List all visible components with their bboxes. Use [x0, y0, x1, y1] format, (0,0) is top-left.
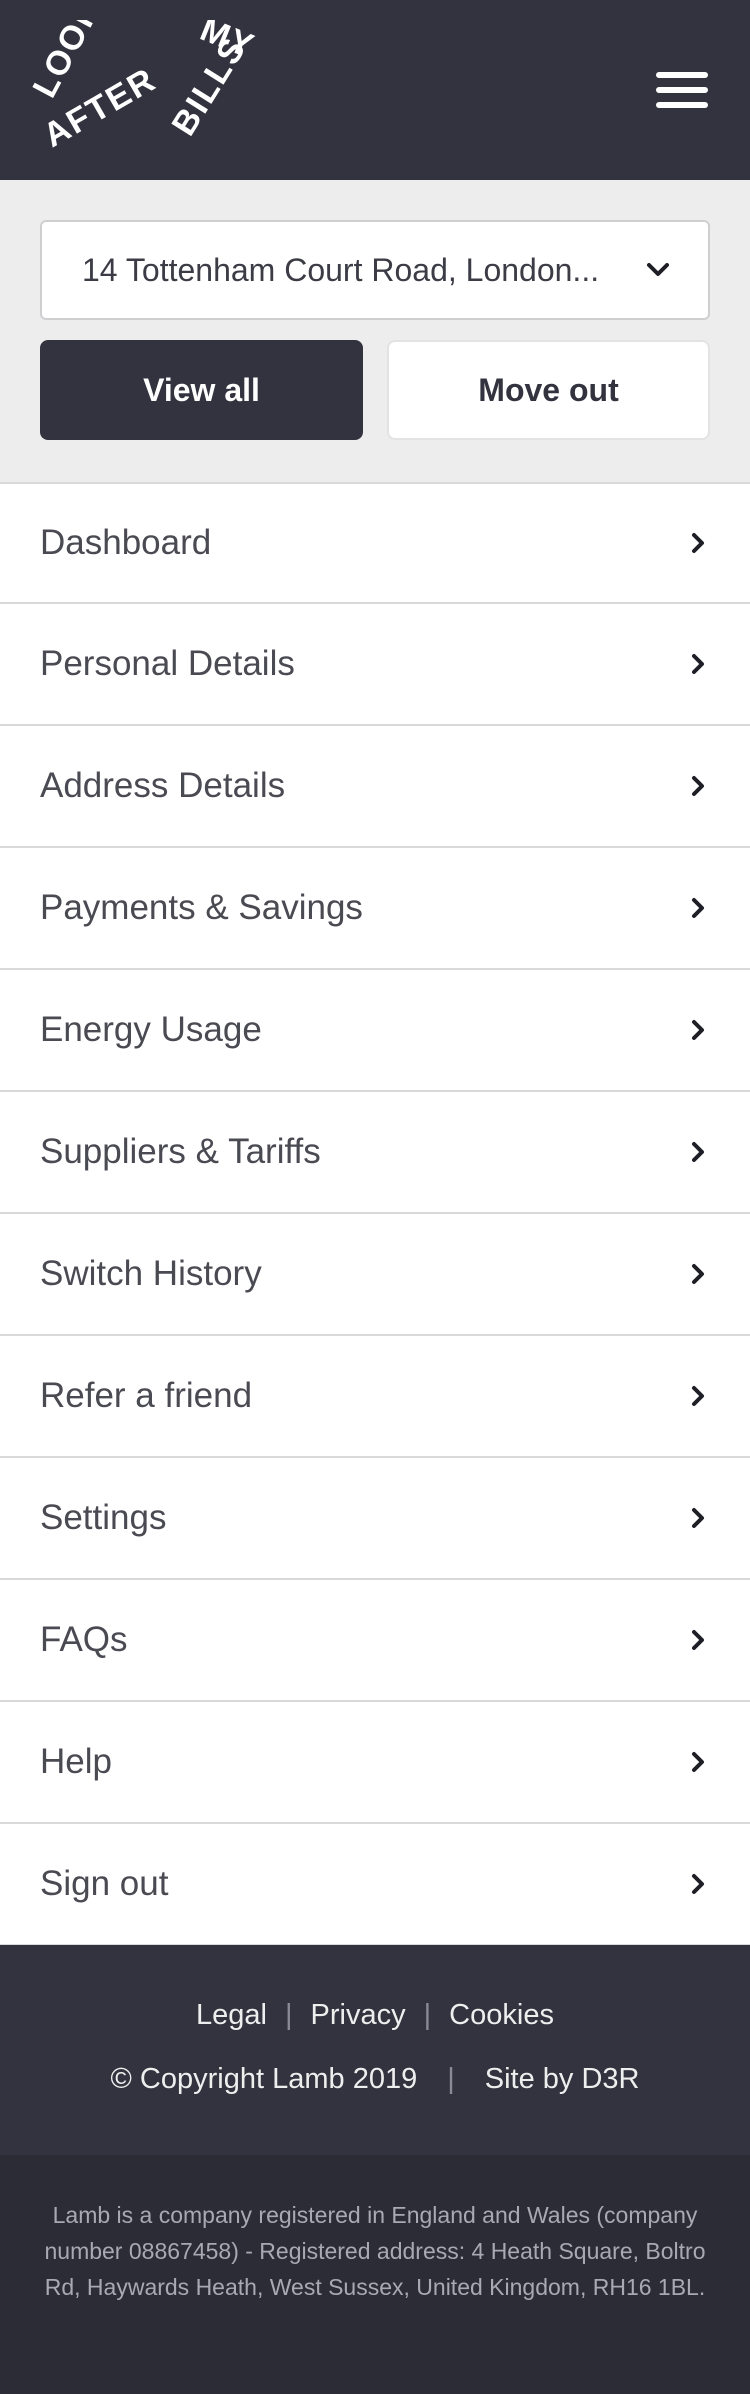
menu-item-energy-usage[interactable]: Energy Usage	[0, 970, 750, 1092]
chevron-right-icon	[686, 1262, 710, 1286]
menu-item-personal-details[interactable]: Personal Details	[0, 604, 750, 726]
menu-item-label: Sign out	[40, 1864, 169, 1903]
footer-separator: |	[447, 2063, 455, 2095]
menu-item-suppliers-tariffs[interactable]: Suppliers & Tariffs	[0, 1092, 750, 1214]
address-panel: 14 Tottenham Court Road, London... View …	[0, 180, 750, 482]
footer-links: Legal | Privacy | Cookies	[0, 1999, 750, 2032]
chevron-right-icon	[686, 1872, 710, 1896]
menu-item-label: Refer a friend	[40, 1376, 253, 1415]
menu-item-faqs[interactable]: FAQs	[0, 1580, 750, 1702]
chevron-right-icon	[686, 1506, 710, 1530]
menu-item-label: Dashboard	[40, 523, 212, 562]
menu-item-sign-out[interactable]: Sign out	[0, 1824, 750, 1946]
logo[interactable]: LOOK MY AFTER BILLS	[30, 20, 290, 160]
chevron-right-icon	[686, 896, 710, 920]
site-footer: Legal | Privacy | Cookies © Copyright Lamb 2…	[0, 1945, 750, 2155]
account-menu: Dashboard Personal Details Address Detai…	[0, 482, 750, 1946]
menu-item-switch-history[interactable]: Switch History	[0, 1214, 750, 1336]
footer-link-legal[interactable]: Legal	[196, 1999, 267, 2031]
chevron-down-icon	[608, 220, 708, 320]
address-select[interactable]: 14 Tottenham Court Road, London...	[40, 220, 710, 320]
chevron-right-icon	[686, 774, 710, 798]
chevron-right-icon	[686, 1018, 710, 1042]
address-select-value: 14 Tottenham Court Road, London...	[82, 251, 600, 288]
chevron-right-icon	[686, 652, 710, 676]
hamburger-icon[interactable]	[654, 70, 710, 110]
footer-link-privacy[interactable]: Privacy	[311, 1999, 406, 2031]
copyright-text: © Copyright Lamb 2019	[110, 2063, 418, 2095]
menu-item-refer-a-friend[interactable]: Refer a friend	[0, 1336, 750, 1458]
menu-item-label: Energy Usage	[40, 1010, 262, 1049]
site-header: LOOK MY AFTER BILLS	[0, 0, 750, 180]
move-out-button[interactable]: Move out	[387, 340, 710, 440]
menu-item-label: Help	[40, 1742, 112, 1781]
menu-item-label: Address Details	[40, 766, 286, 805]
footer-link-cookies[interactable]: Cookies	[449, 1999, 554, 2031]
legal-notice: Lamb is a company registered in England …	[0, 2155, 750, 2394]
legal-text: Lamb is a company registered in England …	[44, 2202, 706, 2300]
chevron-right-icon	[686, 1140, 710, 1164]
menu-item-label: Payments & Savings	[40, 888, 363, 927]
menu-item-label: Switch History	[40, 1254, 262, 1293]
chevron-right-icon	[686, 531, 710, 555]
menu-item-label: Settings	[40, 1498, 167, 1537]
menu-item-label: Suppliers & Tariffs	[40, 1132, 321, 1171]
chevron-right-icon	[686, 1628, 710, 1652]
menu-item-payments-savings[interactable]: Payments & Savings	[0, 848, 750, 970]
menu-item-label: FAQs	[40, 1620, 128, 1659]
view-all-button[interactable]: View all	[40, 340, 363, 440]
footer-separator: |	[285, 1999, 293, 2031]
menu-item-address-details[interactable]: Address Details	[0, 726, 750, 848]
menu-item-dashboard[interactable]: Dashboard	[0, 482, 750, 604]
menu-item-label: Personal Details	[40, 644, 295, 683]
menu-item-help[interactable]: Help	[0, 1702, 750, 1824]
chevron-right-icon	[686, 1750, 710, 1774]
site-by-link[interactable]: Site by D3R	[485, 2063, 640, 2095]
footer-separator: |	[423, 1999, 432, 2031]
menu-item-settings[interactable]: Settings	[0, 1458, 750, 1580]
chevron-right-icon	[686, 1384, 710, 1408]
footer-copyright-row: © Copyright Lamb 2019 | Site by D3R	[0, 2063, 750, 2096]
